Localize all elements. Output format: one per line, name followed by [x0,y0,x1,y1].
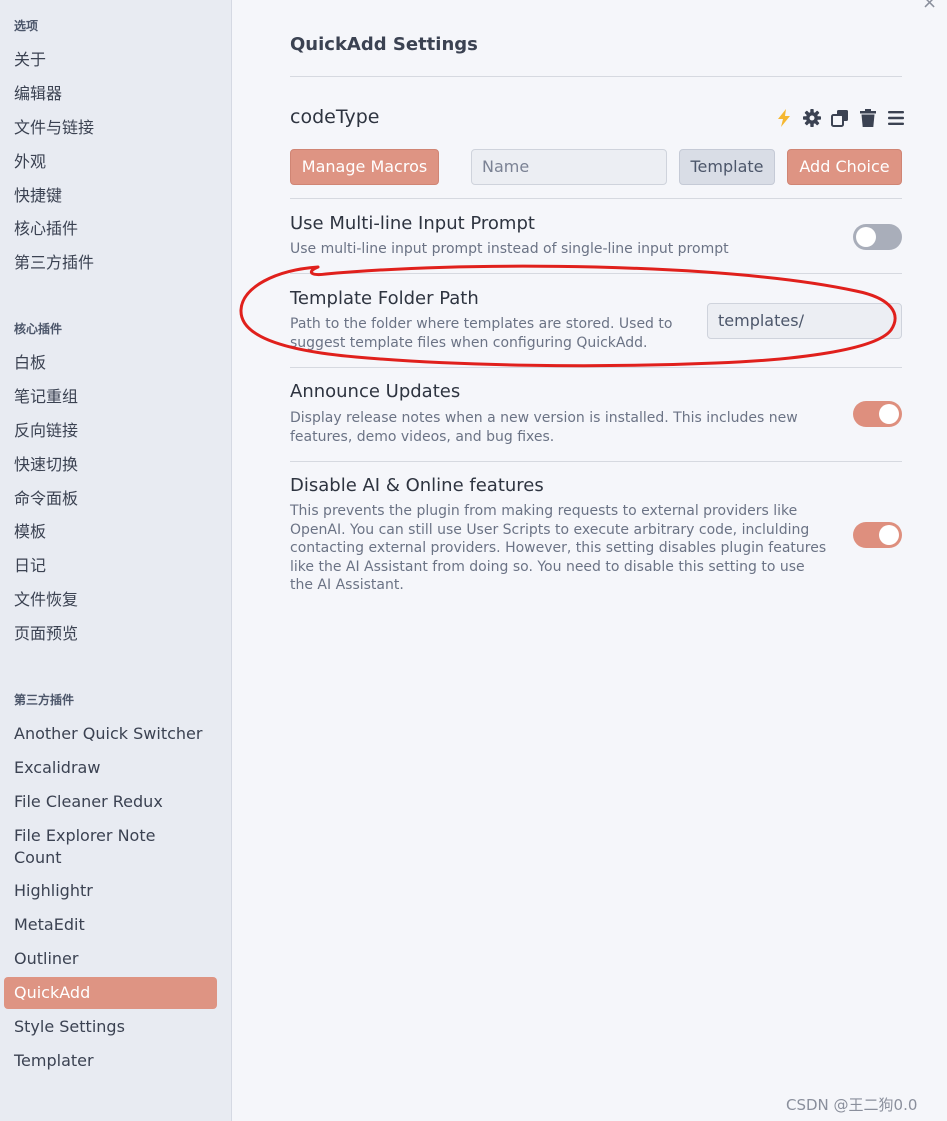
section-title-core-plugins: 核心插件 [14,322,63,336]
sidebar-item-editor[interactable]: 编辑器 [4,83,217,105]
toggle-knob [856,227,876,247]
choice-name-input[interactable]: Name [471,149,667,185]
divider [290,461,902,462]
manage-macros-button[interactable]: Manage Macros [290,149,439,185]
sidebar-item-another-quick-switcher[interactable]: Another Quick Switcher [4,723,217,745]
sidebar-item-appearance[interactable]: 外观 [4,151,217,173]
sidebar-item-hotkeys[interactable]: 快捷键 [4,185,217,207]
sidebar-item-file-cleaner-redux[interactable]: File Cleaner Redux [4,791,217,813]
setting-name-disable-ai: Disable AI & Online features [290,475,544,496]
sidebar-item-quickadd[interactable]: QuickAdd [4,977,217,1009]
menu-icon[interactable] [885,107,907,129]
sidebar-item-outliner[interactable]: Outliner [4,948,217,970]
setting-name-announce: Announce Updates [290,381,461,402]
disable-ai-toggle[interactable] [853,522,902,548]
toggle-knob [879,404,899,424]
watermark: CSDN @王二狗0.0 [786,1096,918,1114]
sidebar-item-file-recovery[interactable]: 文件恢复 [4,589,217,611]
section-title-community-plugins: 第三方插件 [14,693,75,707]
gear-icon[interactable] [801,107,823,129]
settings-sidebar: 选项 关于 编辑器 文件与链接 外观 快捷键 核心插件 第三方插件 核心插件 白… [0,0,232,1121]
announce-toggle[interactable] [853,401,902,427]
sidebar-item-file-explorer-note-count[interactable]: File Explorer Note Count [4,825,189,869]
page-title: QuickAdd Settings [290,34,478,55]
sidebar-item-daily-notes[interactable]: 日记 [4,555,217,577]
multiline-toggle[interactable] [853,224,902,250]
sidebar-item-metaedit[interactable]: MetaEdit [4,914,217,936]
toggle-knob [879,525,899,545]
sidebar-item-page-preview[interactable]: 页面预览 [4,623,217,645]
sidebar-item-command-palette[interactable]: 命令面板 [4,488,217,510]
setting-name-multiline: Use Multi-line Input Prompt [290,213,535,234]
sidebar-item-highlightr[interactable]: Highlightr [4,880,217,902]
sidebar-item-core-plugins[interactable]: 核心插件 [4,218,217,240]
divider [290,76,902,77]
sidebar-item-templater[interactable]: Templater [4,1050,217,1072]
choice-actions [773,107,907,129]
duplicate-icon[interactable] [829,107,851,129]
sidebar-item-excalidraw[interactable]: Excalidraw [4,757,217,779]
sidebar-item-templates[interactable]: 模板 [4,521,217,543]
setting-desc-announce: Display release notes when a new version… [290,410,798,445]
lightning-icon[interactable] [773,107,795,129]
sidebar-item-note-composer[interactable]: 笔记重组 [4,386,217,408]
sidebar-item-style-settings[interactable]: Style Settings [4,1016,217,1038]
add-choice-button[interactable]: Add Choice [787,149,902,185]
sidebar-item-canvas[interactable]: 白板 [4,352,217,374]
divider [290,198,902,199]
sidebar-item-about[interactable]: 关于 [4,49,217,71]
sidebar-item-backlinks[interactable]: 反向链接 [4,420,217,442]
setting-desc-multiline: Use multi-line input prompt instead of s… [290,241,729,257]
template-type-button[interactable]: Template [679,149,775,185]
section-title-options: 选项 [14,19,39,33]
sidebar-item-files-links[interactable]: 文件与链接 [4,117,217,139]
trash-icon[interactable] [857,107,879,129]
setting-desc-disable-ai: This prevents the plugin from making req… [290,503,827,593]
annotation-circle [239,264,897,368]
sidebar-item-community-plugins[interactable]: 第三方插件 [4,252,217,274]
sidebar-item-quick-switcher[interactable]: 快速切换 [4,454,217,476]
choice-name: codeType [290,106,380,128]
close-icon[interactable]: × [922,0,937,12]
